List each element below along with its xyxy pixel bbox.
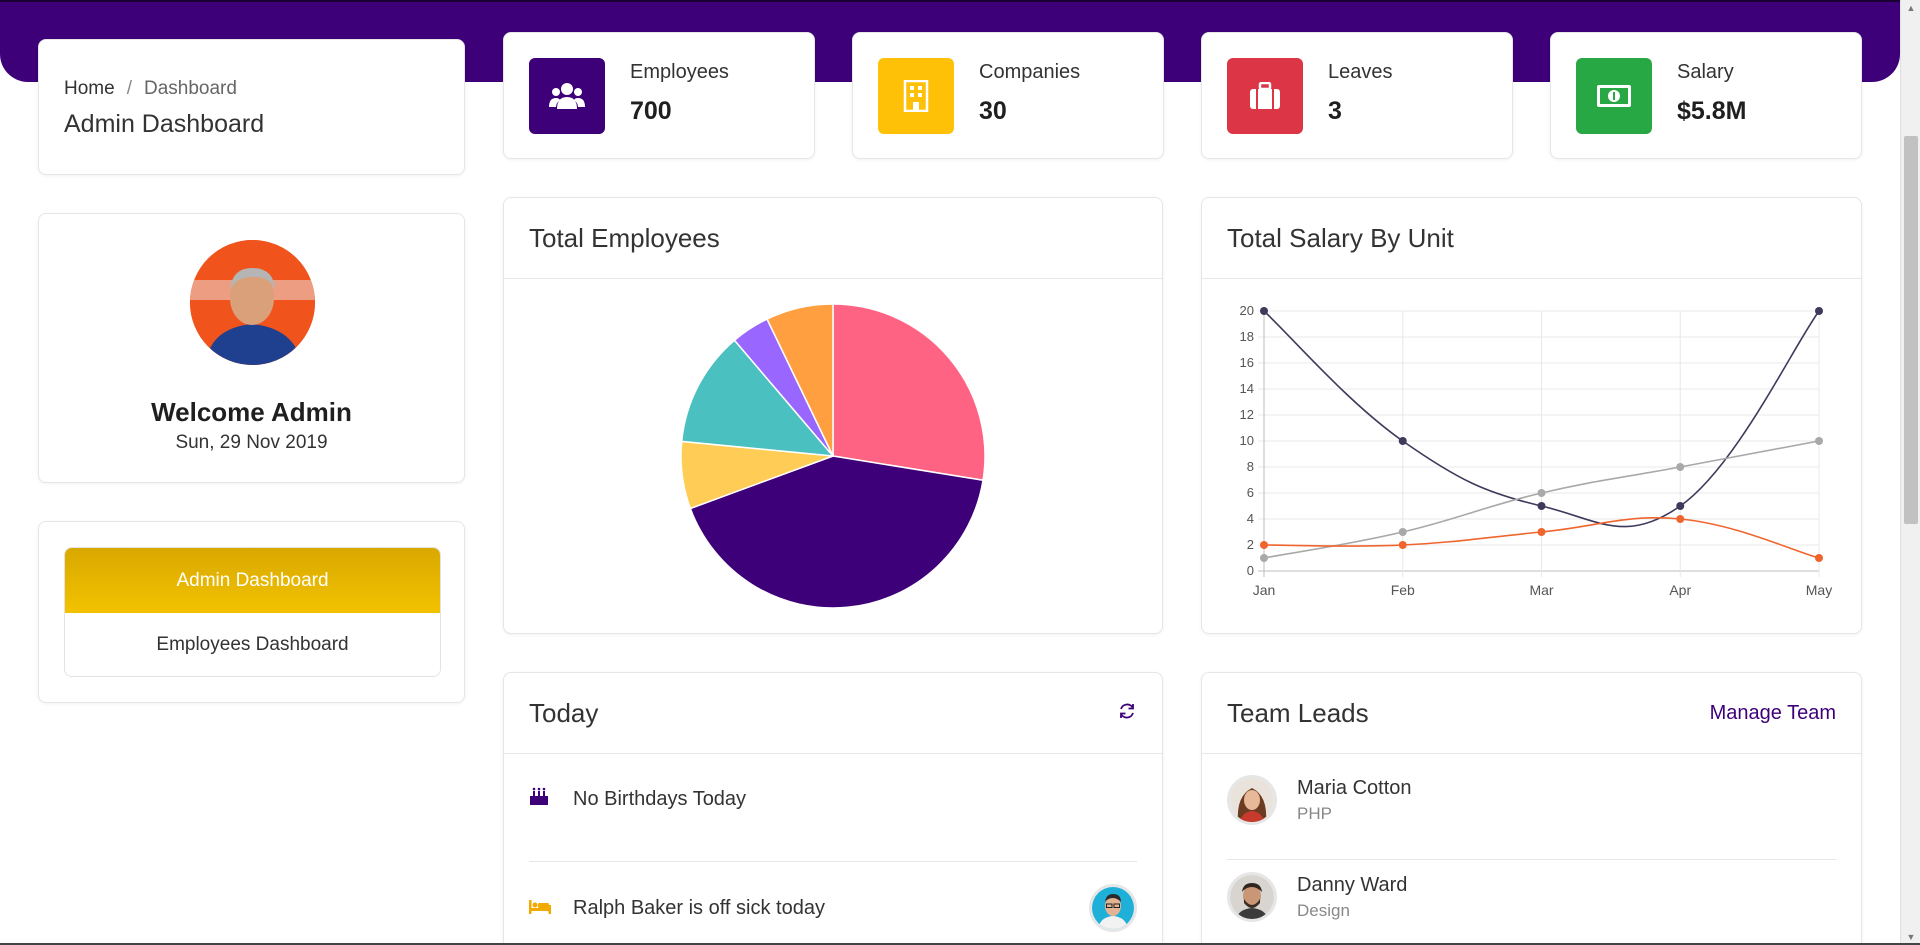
today-item-text: Ralph Baker is off sick today [573, 896, 825, 919]
stat-label: Leaves [1328, 61, 1393, 83]
y-tick-label: 6 [1247, 485, 1254, 500]
total-employees-panel: Total Employees [503, 197, 1163, 634]
lead-name: Danny Ward [1297, 873, 1408, 896]
y-tick-label: 0 [1247, 563, 1254, 578]
data-point [1676, 463, 1685, 471]
data-point [1398, 437, 1407, 445]
refresh-icon[interactable] [1117, 701, 1137, 726]
briefcase-icon [1227, 58, 1303, 134]
total-salary-panel: Total Salary By Unit 0 2 4 6 8 10 12 14 16 18 20 Ja… [1201, 197, 1862, 634]
lead-role: Design [1297, 900, 1350, 920]
lead-role: PHP [1297, 803, 1332, 823]
today-item-text: No Birthdays Today [573, 787, 747, 810]
x-tick-label: Feb [1391, 582, 1415, 598]
data-point [1537, 528, 1546, 536]
data-point [1260, 307, 1268, 315]
y-tick-label: 12 [1240, 407, 1254, 422]
stat-value: 700 [630, 97, 672, 125]
y-tick-label: 10 [1240, 433, 1254, 448]
data-point [1815, 307, 1823, 315]
data-point [1676, 502, 1685, 510]
stat-value: 3 [1328, 97, 1342, 125]
data-point [1398, 541, 1407, 549]
panel-header: Team Leads Manage Team [1202, 673, 1861, 754]
data-point [1398, 528, 1407, 536]
data-point [1537, 502, 1546, 510]
stat-card-salary: Salary $5.8M [1550, 32, 1862, 159]
x-tick-label: Jan [1253, 582, 1276, 598]
today-panel: Today No Birthdays Today Ralph Baker is … [503, 672, 1163, 945]
panel-title: Team Leads [1227, 697, 1369, 728]
dashboard-switch-card: Admin Dashboard Employees Dashboard [38, 521, 465, 703]
stat-label: Companies [979, 61, 1081, 83]
data-point [1260, 541, 1268, 549]
stat-card-companies: Companies 30 [852, 32, 1164, 159]
stat-label: Salary [1677, 61, 1734, 83]
employees-dashboard-button[interactable]: Employees Dashboard [65, 613, 440, 676]
y-tick-label: 8 [1247, 459, 1254, 474]
y-tick-label: 2 [1247, 537, 1254, 552]
users-icon [529, 58, 605, 134]
admin-dashboard-button[interactable]: Admin Dashboard [65, 548, 440, 613]
scroll-up-arrow-icon[interactable]: ▲ [1901, 0, 1920, 16]
breadcrumb-separator: / [126, 78, 132, 99]
cake-icon [529, 787, 573, 811]
admin-avatar [190, 240, 315, 365]
y-tick-label: 18 [1240, 329, 1254, 344]
page-title: Admin Dashboard [64, 110, 265, 138]
y-tick-label: 4 [1247, 511, 1254, 526]
page-scrollbar[interactable]: ▲ ▼ [1900, 0, 1920, 945]
current-date: Sun, 29 Nov 2019 [175, 432, 328, 453]
bed-icon [529, 897, 573, 920]
y-tick-label: 14 [1240, 381, 1254, 396]
pie-chart [680, 303, 986, 609]
team-leads-panel: Team Leads Manage Team Maria Cotton PHP [1201, 672, 1862, 945]
stat-label: Employees [630, 61, 729, 83]
stat-value: $5.8M [1677, 97, 1747, 125]
stat-card-employees: Employees 700 [503, 32, 815, 159]
data-point [1815, 554, 1823, 562]
dashboard-switch: Admin Dashboard Employees Dashboard [64, 547, 441, 677]
data-point [1676, 515, 1685, 523]
panel-title: Today [529, 697, 599, 728]
breadcrumb-home-link[interactable]: Home [64, 78, 115, 100]
x-tick-label: Apr [1669, 582, 1691, 598]
today-item-sick: Ralph Baker is off sick today [529, 884, 1137, 932]
x-tick-label: May [1806, 582, 1832, 598]
panel-header: Today [504, 673, 1162, 754]
panel-header: Total Employees [504, 198, 1162, 279]
y-tick-label: 20 [1240, 303, 1254, 318]
breadcrumb: Home / Dashboard [64, 78, 464, 100]
divider [529, 861, 1137, 862]
manage-team-link[interactable]: Manage Team [1710, 702, 1836, 725]
line-chart: 0 2 4 6 8 10 12 14 16 18 20 Jan Feb Mar Apr May [1240, 303, 1833, 598]
data-point [1260, 554, 1268, 562]
money-icon [1576, 58, 1652, 134]
pie-slice-0 [832, 303, 986, 482]
breadcrumb-current: Dashboard [143, 78, 237, 99]
stat-value: 30 [979, 97, 1007, 125]
building-icon [878, 58, 954, 134]
avatar [1227, 872, 1277, 922]
panel-header: Total Salary By Unit [1202, 198, 1861, 279]
stat-card-leaves: Leaves 3 [1201, 32, 1513, 159]
data-point [1815, 437, 1823, 445]
y-tick-label: 16 [1240, 355, 1254, 370]
panel-title: Total Salary By Unit [1227, 222, 1454, 253]
today-item-birthdays: No Birthdays Today [529, 787, 1137, 811]
x-tick-label: Mar [1529, 582, 1553, 598]
header-top-border [0, 0, 1900, 2]
team-lead-row[interactable]: Danny Ward Design [1227, 864, 1836, 930]
scrollbar-thumb[interactable] [1904, 136, 1918, 524]
lead-name: Maria Cotton [1297, 776, 1412, 799]
team-lead-row[interactable]: Maria Cotton PHP [1227, 767, 1836, 833]
divider [1227, 859, 1836, 860]
profile-card: Welcome Admin Sun, 29 Nov 2019 [38, 213, 465, 483]
welcome-text: Welcome Admin [151, 397, 352, 427]
data-point [1537, 489, 1546, 497]
avatar [1227, 775, 1277, 825]
breadcrumb-card: Home / Dashboard Admin Dashboard [38, 39, 465, 175]
panel-title: Total Employees [529, 222, 720, 253]
employee-avatar[interactable] [1089, 884, 1137, 932]
